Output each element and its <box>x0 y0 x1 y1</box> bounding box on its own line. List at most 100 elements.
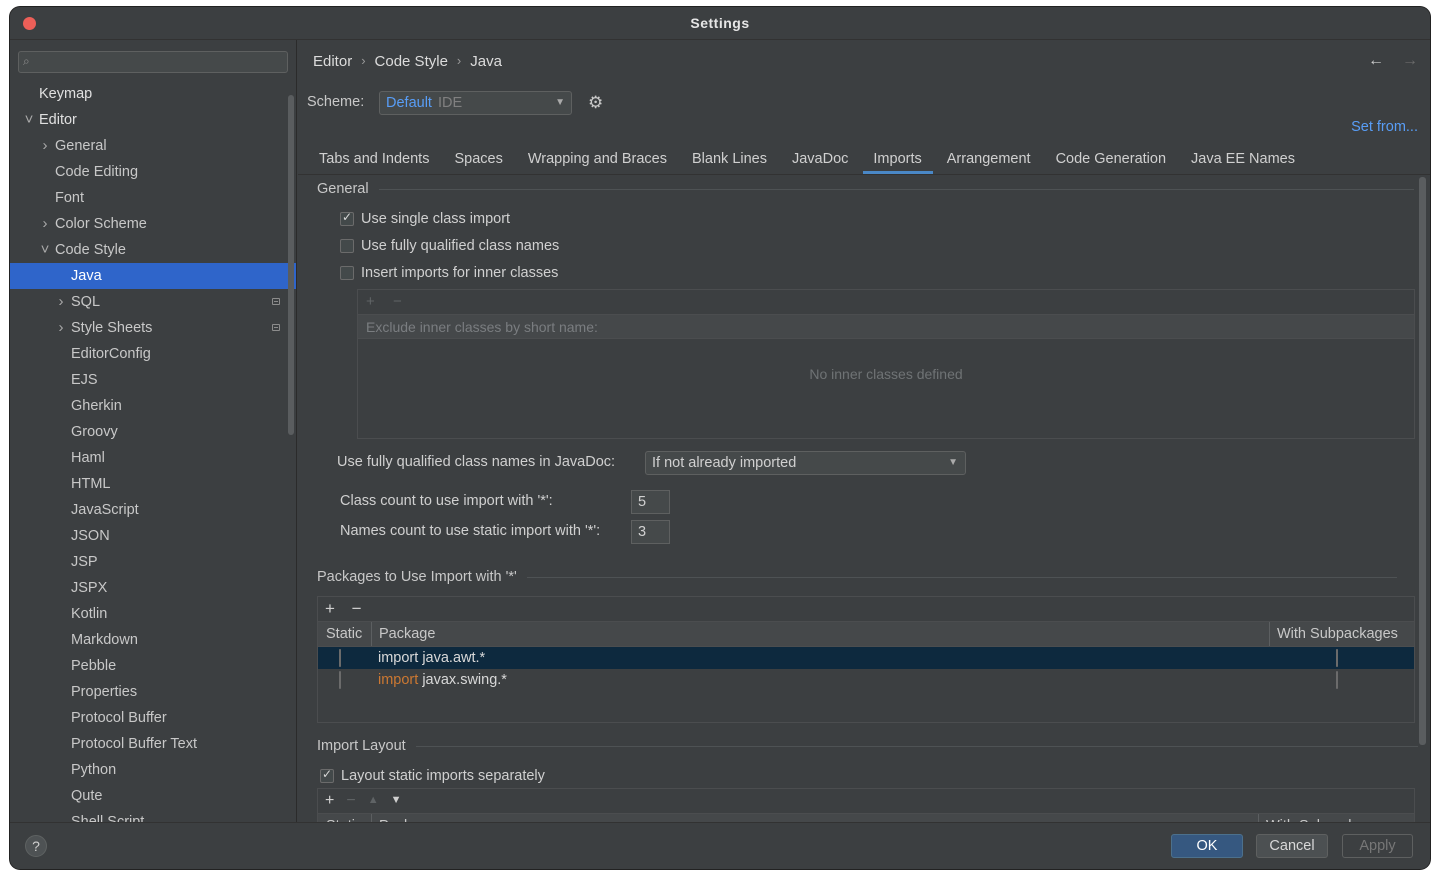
sidebar-item-font[interactable]: Font <box>10 185 296 211</box>
sidebar-item-json[interactable]: JSON <box>10 523 296 549</box>
settings-search-input[interactable]: ⌕ <box>18 51 288 73</box>
content-scrollbar[interactable] <box>1419 177 1426 745</box>
use-single-class-import-option[interactable]: Use single class import <box>340 210 510 227</box>
sidebar-item-style-sheets[interactable]: › Style Sheets <box>10 315 296 341</box>
subpackages-checkbox[interactable] <box>1336 671 1338 689</box>
sidebar-item-python[interactable]: Python <box>10 757 296 783</box>
tab-arrangement[interactable]: Arrangement <box>937 144 1042 174</box>
close-window-button[interactable] <box>23 17 36 30</box>
column-static[interactable]: Static <box>318 814 372 822</box>
sidebar-item-general[interactable]: › General <box>10 133 296 159</box>
insert-imports-inner-classes-option[interactable]: Insert imports for inner classes <box>340 265 558 281</box>
tab-tabs-and-indents[interactable]: Tabs and Indents <box>309 144 440 174</box>
sidebar-item-jsp[interactable]: JSP <box>10 549 296 575</box>
chevron-down-icon[interactable]: ˅ <box>39 237 51 263</box>
table-row[interactable]: import java.awt.* <box>318 647 1414 669</box>
column-subpackages[interactable]: With Subpackages <box>1259 814 1414 822</box>
sidebar-item-label: Font <box>55 190 85 206</box>
chevron-down-icon[interactable]: ˅ <box>23 107 35 133</box>
sidebar-item-editor[interactable]: ˅ Editor <box>10 107 296 133</box>
column-subpackages[interactable]: With Subpackages <box>1270 622 1414 646</box>
sidebar-item-properties[interactable]: Properties <box>10 679 296 705</box>
sidebar-item-label: Gherkin <box>71 398 122 414</box>
tab-spaces[interactable]: Spaces <box>444 144 513 174</box>
table-row[interactable]: import javax.swing.* <box>318 669 1414 691</box>
help-button[interactable]: ? <box>25 835 47 857</box>
sidebar-item-java[interactable]: Java <box>10 263 296 289</box>
remove-icon[interactable]: − <box>352 599 362 618</box>
sidebar-item-editorconfig[interactable]: EditorConfig <box>10 341 296 367</box>
layout-static-imports-option[interactable]: Layout static imports separately <box>320 767 545 784</box>
sidebar-item-haml[interactable]: Haml <box>10 445 296 471</box>
sidebar-item-markdown[interactable]: Markdown <box>10 627 296 653</box>
column-package[interactable]: Package <box>372 622 1270 646</box>
chevron-right-icon[interactable]: › <box>55 289 67 315</box>
chevron-right-icon[interactable]: › <box>55 315 67 341</box>
set-from-link[interactable]: Set from... <box>1351 119 1418 135</box>
sidebar-item-protocol-buffer[interactable]: Protocol Buffer <box>10 705 296 731</box>
sidebar-item-protocol-buffer-text[interactable]: Protocol Buffer Text <box>10 731 296 757</box>
layout-static-imports-checkbox[interactable] <box>320 767 334 783</box>
sidebar-item-shell-script[interactable]: Shell Script <box>10 809 296 822</box>
sidebar-item-javascript[interactable]: JavaScript <box>10 497 296 523</box>
use-fully-qualified-option[interactable]: Use fully qualified class names <box>340 238 559 254</box>
chevron-right-icon[interactable]: › <box>39 133 51 159</box>
package-cell[interactable]: import java.awt.* <box>372 650 1270 666</box>
arrow-left-icon[interactable]: ← <box>1368 52 1384 70</box>
sidebar-scrollbar[interactable] <box>288 95 294 435</box>
cancel-button[interactable]: Cancel <box>1256 834 1328 858</box>
sidebar-item-gherkin[interactable]: Gherkin <box>10 393 296 419</box>
add-icon[interactable]: + <box>325 599 335 618</box>
sidebar-item-html[interactable]: HTML <box>10 471 296 497</box>
gear-icon[interactable]: ⚙ <box>588 93 603 113</box>
move-down-icon[interactable]: ▼ <box>391 789 402 813</box>
window-title: Settings <box>690 15 750 31</box>
sidebar-item-jspx[interactable]: JSPX <box>10 575 296 601</box>
column-static[interactable]: Static <box>318 622 372 646</box>
breadcrumb-code-style[interactable]: Code Style <box>375 53 448 70</box>
tab-code-generation[interactable]: Code Generation <box>1046 144 1177 174</box>
use-fully-qualified-checkbox[interactable] <box>340 239 354 253</box>
tab-javadoc[interactable]: JavaDoc <box>782 144 859 174</box>
use-single-class-import-checkbox[interactable] <box>340 210 354 226</box>
sidebar-item-code-editing[interactable]: Code Editing <box>10 159 296 185</box>
sidebar-item-label: General <box>55 138 107 154</box>
chevron-right-icon[interactable]: › <box>39 211 51 237</box>
class-count-label: Class count to use import with '*': <box>340 493 553 509</box>
sidebar-item-ejs[interactable]: EJS <box>10 367 296 393</box>
column-package[interactable]: Package <box>372 814 1259 822</box>
sidebar-item-groovy[interactable]: Groovy <box>10 419 296 445</box>
tab-java-ee-names[interactable]: Java EE Names <box>1181 144 1306 174</box>
tab-imports[interactable]: Imports <box>863 144 933 174</box>
static-checkbox[interactable] <box>339 649 341 667</box>
sidebar-item-sql[interactable]: › SQL <box>10 289 296 315</box>
tab-wrapping-and-braces[interactable]: Wrapping and Braces <box>518 144 678 174</box>
package-cell[interactable]: import javax.swing.* <box>372 672 1270 688</box>
remove-icon[interactable]: − <box>346 789 355 813</box>
sidebar-item-keymap[interactable]: Keymap <box>10 81 296 107</box>
tab-blank-lines[interactable]: Blank Lines <box>682 144 778 174</box>
static-checkbox[interactable] <box>339 671 341 689</box>
sidebar-item-pebble[interactable]: Pebble <box>10 653 296 679</box>
remove-icon[interactable]: − <box>393 293 402 310</box>
add-icon[interactable]: + <box>325 789 334 813</box>
add-icon[interactable]: + <box>366 293 375 310</box>
settings-content: Editor › Code Style › Java ← → Scheme: D… <box>298 40 1430 822</box>
names-count-input[interactable]: 3 <box>631 520 670 544</box>
sidebar-item-kotlin[interactable]: Kotlin <box>10 601 296 627</box>
arrow-right-icon[interactable]: → <box>1402 52 1418 70</box>
ok-button[interactable]: OK <box>1171 834 1243 858</box>
sidebar-item-label: JSON <box>71 528 110 544</box>
apply-button[interactable]: Apply <box>1342 834 1413 858</box>
move-up-icon[interactable]: ▲ <box>368 789 379 813</box>
class-count-input[interactable]: 5 <box>631 490 670 514</box>
subpackages-checkbox[interactable] <box>1336 649 1338 667</box>
javadoc-dropdown[interactable]: If not already imported ▼ <box>645 451 966 475</box>
scheme-dropdown[interactable]: Default IDE ▼ <box>379 91 572 115</box>
breadcrumb-editor[interactable]: Editor <box>313 53 352 70</box>
sidebar-item-code-style[interactable]: ˅ Code Style <box>10 237 296 263</box>
insert-imports-inner-classes-checkbox[interactable] <box>340 266 354 280</box>
sidebar-item-qute[interactable]: Qute <box>10 783 296 809</box>
sidebar-item-color-scheme[interactable]: › Color Scheme <box>10 211 296 237</box>
sidebar-item-label: Style Sheets <box>71 320 153 336</box>
